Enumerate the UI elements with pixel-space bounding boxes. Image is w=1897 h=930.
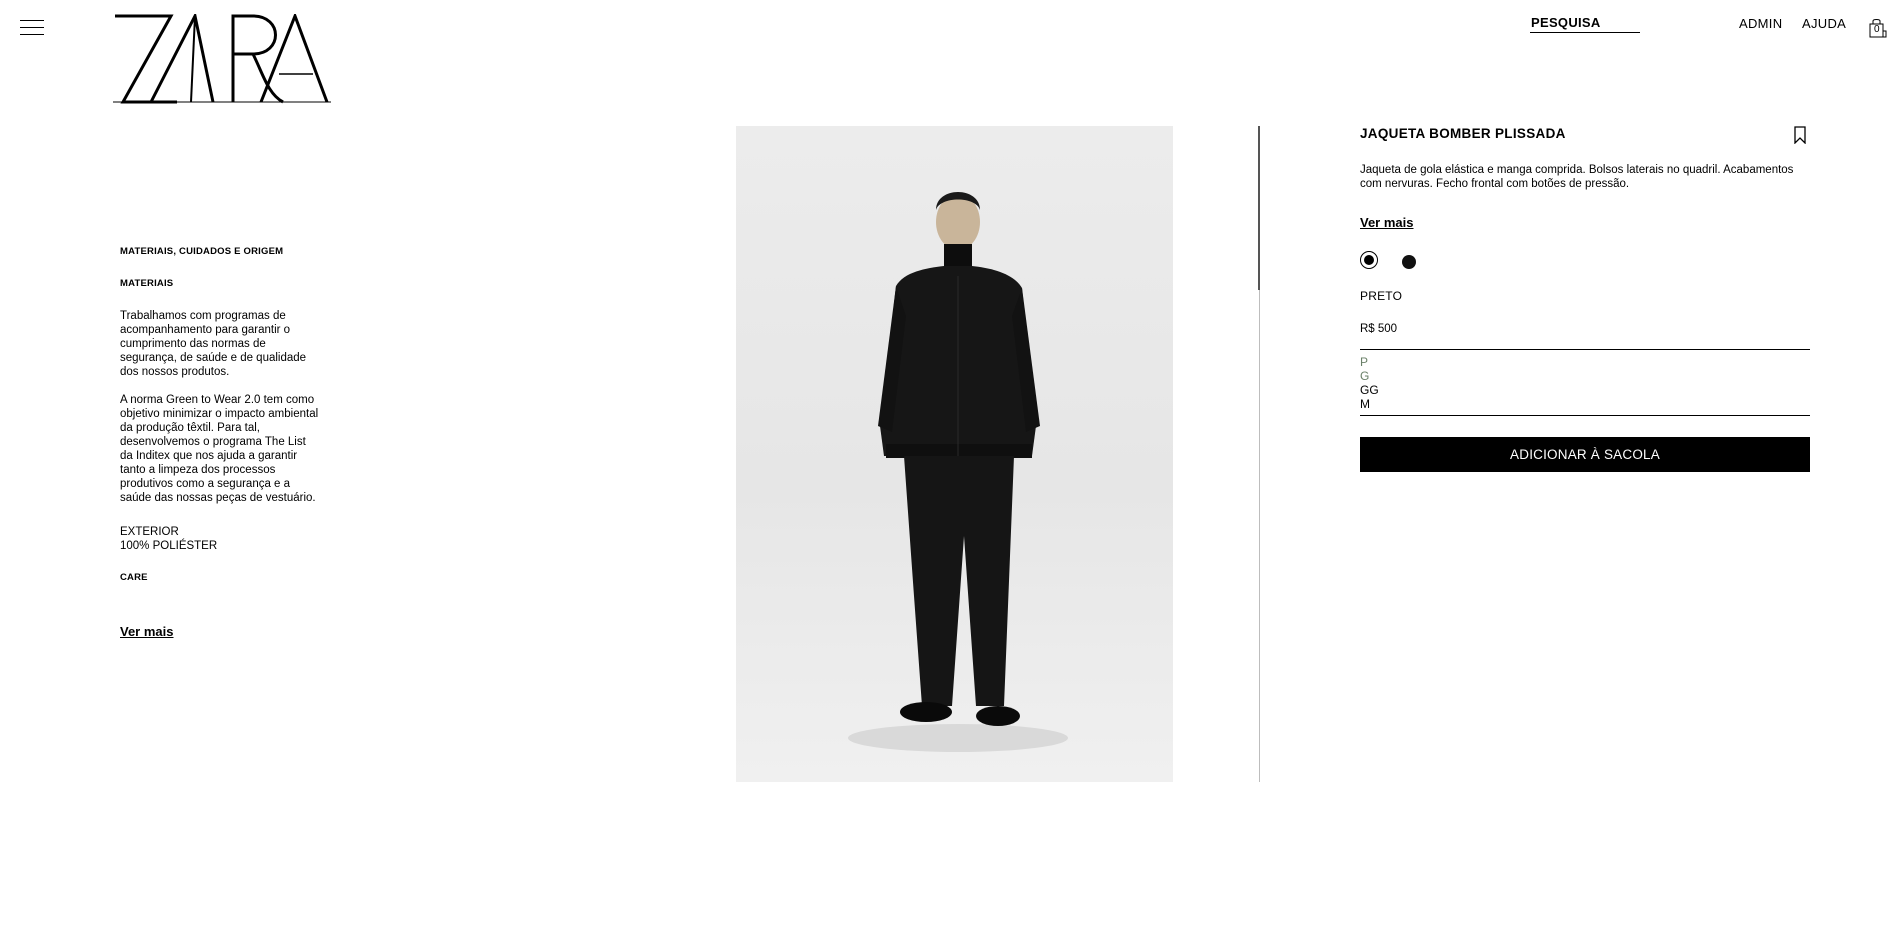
nav-help-link[interactable]: AJUDA [1802, 16, 1846, 31]
zara-logo[interactable] [113, 14, 331, 106]
materials-care-panel: MATERIAIS, CUIDADOS E ORIGEM MATERIAIS T… [120, 245, 320, 640]
exterior-label: EXTERIOR [120, 526, 179, 538]
materials-care-heading: MATERIAIS, CUIDADOS E ORIGEM [120, 246, 284, 257]
nav-admin-link[interactable]: ADMIN [1739, 16, 1782, 31]
exterior-composition: 100% POLIÉSTER [120, 540, 218, 552]
color-swatch-selected[interactable] [1360, 251, 1378, 269]
image-scroll-thumb[interactable] [1258, 126, 1260, 290]
product-details: JAQUETA BOMBER PLISSADA Jaqueta de gola … [1360, 126, 1810, 472]
bookmark-icon[interactable] [1793, 126, 1807, 144]
color-selector [1360, 251, 1810, 271]
product-price: R$ 500 [1360, 323, 1398, 335]
size-option-g[interactable]: G [1360, 369, 1810, 383]
model-illustration [848, 192, 1068, 752]
color-name: PRETO [1360, 289, 1403, 303]
product-image[interactable] [736, 126, 1173, 782]
add-to-bag-button[interactable]: ADICIONAR À SACOLA [1360, 437, 1810, 472]
menu-icon[interactable] [20, 20, 44, 36]
search-label: PESQUISA [1531, 15, 1601, 30]
materials-heading: MATERIAIS [120, 278, 174, 289]
size-option-p[interactable]: P [1360, 355, 1810, 369]
size-option-m[interactable]: M [1360, 397, 1810, 411]
product-title: JAQUETA BOMBER PLISSADA [1360, 126, 1566, 141]
product-description: Jaqueta de gola elástica e manga comprid… [1360, 164, 1794, 190]
info-see-more-link[interactable]: Ver mais [120, 624, 174, 639]
size-list: P G GG M [1360, 349, 1810, 416]
materials-paragraph-1: Trabalhamos com programas de acompanhame… [120, 310, 307, 378]
product-see-more-link[interactable]: Ver mais [1360, 215, 1414, 230]
bag-count: 0 [1874, 24, 1880, 35]
care-heading: CARE [120, 572, 148, 583]
size-option-gg[interactable]: GG [1360, 383, 1810, 397]
shopping-bag-icon[interactable]: 0 [1869, 18, 1887, 38]
search-input[interactable]: PESQUISA [1530, 14, 1640, 33]
materials-paragraph-2: A norma Green to Wear 2.0 tem como objet… [120, 394, 319, 504]
product-page: PESQUISA ADMIN AJUDA 0 MATERIAIS, CUIDAD… [0, 0, 1897, 930]
color-swatch-alt[interactable] [1402, 255, 1416, 269]
